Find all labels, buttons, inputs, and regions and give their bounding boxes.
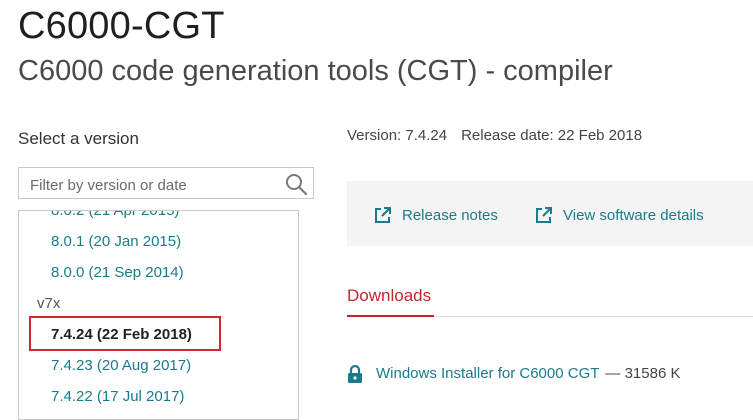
release-notes-link[interactable]: Release notes	[374, 206, 498, 226]
version-filter-input[interactable]	[28, 174, 282, 196]
version-list[interactable]: 8.0.2 (21 Apr 2015) 8.0.1 (20 Jan 2015) …	[18, 210, 299, 420]
download-size: — 31586 K	[605, 365, 681, 382]
tab-downloads[interactable]: Downloads	[347, 284, 431, 308]
tab-active-indicator	[347, 315, 434, 317]
version-label: Version: 7.4.24	[347, 127, 448, 144]
version-filter-field[interactable]	[18, 167, 314, 199]
release-notes-label[interactable]: Release notes	[402, 207, 498, 224]
external-link-icon	[375, 207, 391, 223]
version-meta: Version: 7.4.24 Release date: 22 Feb 2018	[347, 126, 642, 146]
release-date-label: Release date: 22 Feb 2018	[461, 127, 643, 144]
view-software-details-link[interactable]: View software details	[535, 206, 704, 226]
view-software-details-label[interactable]: View software details	[563, 207, 704, 224]
version-item[interactable]: 8.0.0 (21 Sep 2014)	[51, 263, 184, 283]
version-item[interactable]: 8.0.1 (20 Jan 2015)	[51, 232, 181, 252]
download-link[interactable]: Windows Installer for C6000 CGT	[376, 365, 599, 382]
external-link-icon	[536, 207, 552, 223]
resource-links-panel: Release notes View software details	[347, 181, 753, 246]
page-title: C6000-CGT	[18, 5, 225, 47]
version-item[interactable]: 7.4.22 (17 Jul 2017)	[51, 387, 184, 407]
lock-icon	[348, 365, 362, 383]
page-subtitle: C6000 code generation tools (CGT) - comp…	[18, 55, 613, 87]
download-item[interactable]: Windows Installer for C6000 CGT — 31586 K	[347, 364, 680, 384]
version-item[interactable]: 7.4.23 (20 Aug 2017)	[51, 356, 191, 376]
select-version-heading: Select a version	[18, 129, 139, 148]
version-item[interactable]: 8.0.2 (21 Apr 2015)	[51, 211, 179, 221]
search-icon[interactable]	[285, 173, 307, 195]
version-group-label: v7x	[37, 295, 61, 312]
version-item-selected[interactable]: 7.4.24 (22 Feb 2018)	[51, 325, 192, 345]
